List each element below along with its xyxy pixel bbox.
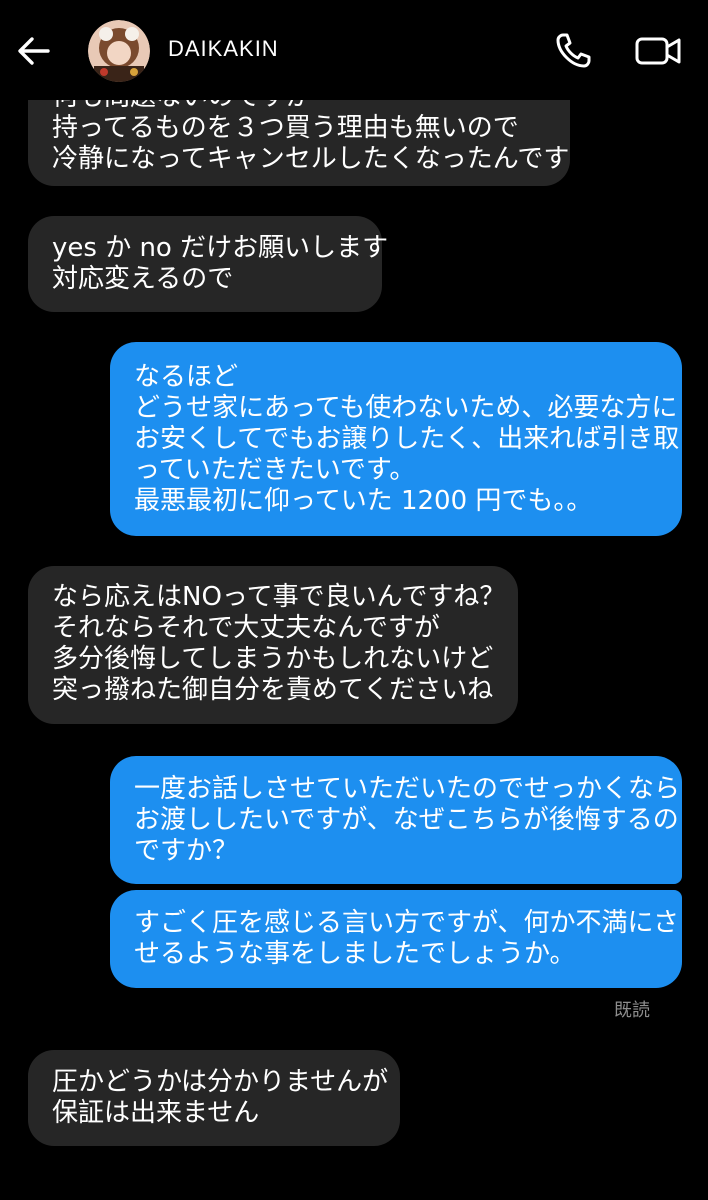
message-line: 保証は出来ません bbox=[52, 1098, 260, 1128]
message-line: それならそれで大丈夫なんですが bbox=[52, 613, 440, 643]
message-bubble-outgoing[interactable]: すごく圧を感じる言い方ですが、何か不満にさ せるような事をしましたでしょうか。 bbox=[110, 890, 682, 988]
avatar-image bbox=[88, 20, 150, 82]
message-line: 最悪最初に仰っていた 1200 円でも。。 bbox=[134, 486, 593, 516]
voice-call-button[interactable] bbox=[554, 30, 594, 70]
message-line: 突っ撥ねた御自分を責めてくださいね bbox=[52, 675, 494, 705]
message-line: 一度お話しさせていただいたのでせっかくなら bbox=[134, 774, 681, 804]
message-line: 多分後悔してしまうかもしれないけど bbox=[52, 644, 494, 674]
message-line: 対応変えるので bbox=[52, 264, 234, 294]
chat-header: DAIKAKIN bbox=[0, 0, 708, 100]
message-line: 持ってるものを３つ買う理由も無いので bbox=[52, 113, 519, 143]
arrow-left-icon bbox=[18, 37, 50, 65]
message-bubble-incoming[interactable]: yes か no だけお願いします 対応変えるので bbox=[28, 216, 389, 312]
avatar[interactable] bbox=[88, 20, 150, 82]
message-bubble-incoming[interactable]: なら応えはNOって事で良いんですね？ それならそれで大丈夫なんですが 多分後悔し… bbox=[28, 566, 518, 724]
contact-name[interactable]: DAIKAKIN bbox=[168, 36, 279, 62]
message-bubble-outgoing[interactable]: 一度お話しさせていただいたのでせっかくなら お渡ししたいですが、なぜこちらが後悔… bbox=[110, 756, 682, 884]
message-line: 圧かどうかは分かりませんが bbox=[52, 1067, 389, 1097]
phone-icon bbox=[556, 33, 591, 68]
message-line: なら応えはNOって事で良いんですね？ bbox=[52, 582, 506, 612]
message-line: ですか？ bbox=[134, 836, 239, 866]
message-bubble-outgoing[interactable]: なるほど どうせ家にあっても使わないため、必要な方に お安くしてでもお譲りしたく… bbox=[110, 342, 682, 536]
message-line: どうせ家にあっても使わないため、必要な方に bbox=[134, 393, 678, 423]
back-button[interactable] bbox=[14, 34, 54, 68]
message-line: っていただきたいです。 bbox=[134, 455, 416, 485]
read-receipt: 既読 bbox=[614, 1000, 650, 1021]
message-thread[interactable]: 何も問題ないのですが 持ってるものを３つ買う理由も無いので 冷静になってキャンセ… bbox=[0, 0, 708, 1200]
message-line: せるような事をしましたでしょうか。 bbox=[134, 939, 576, 969]
message-line: すごく圧を感じる言い方ですが、何か不満にさ bbox=[134, 908, 679, 938]
message-line: なるほど bbox=[134, 362, 239, 392]
message-bubble-incoming[interactable]: 圧かどうかは分かりませんが 保証は出来ません bbox=[28, 1050, 400, 1146]
message-line: お渡ししたいですが、なぜこちらが後悔するの bbox=[134, 805, 679, 835]
video-camera-icon bbox=[635, 37, 681, 65]
message-line: yes か no だけお願いします bbox=[52, 233, 389, 263]
message-line: 冷静になってキャンセルしたくなったんです bbox=[52, 144, 570, 174]
video-call-button[interactable] bbox=[634, 32, 684, 70]
message-line: お安くしてでもお譲りしたく、出来れば引き取 bbox=[134, 424, 680, 454]
